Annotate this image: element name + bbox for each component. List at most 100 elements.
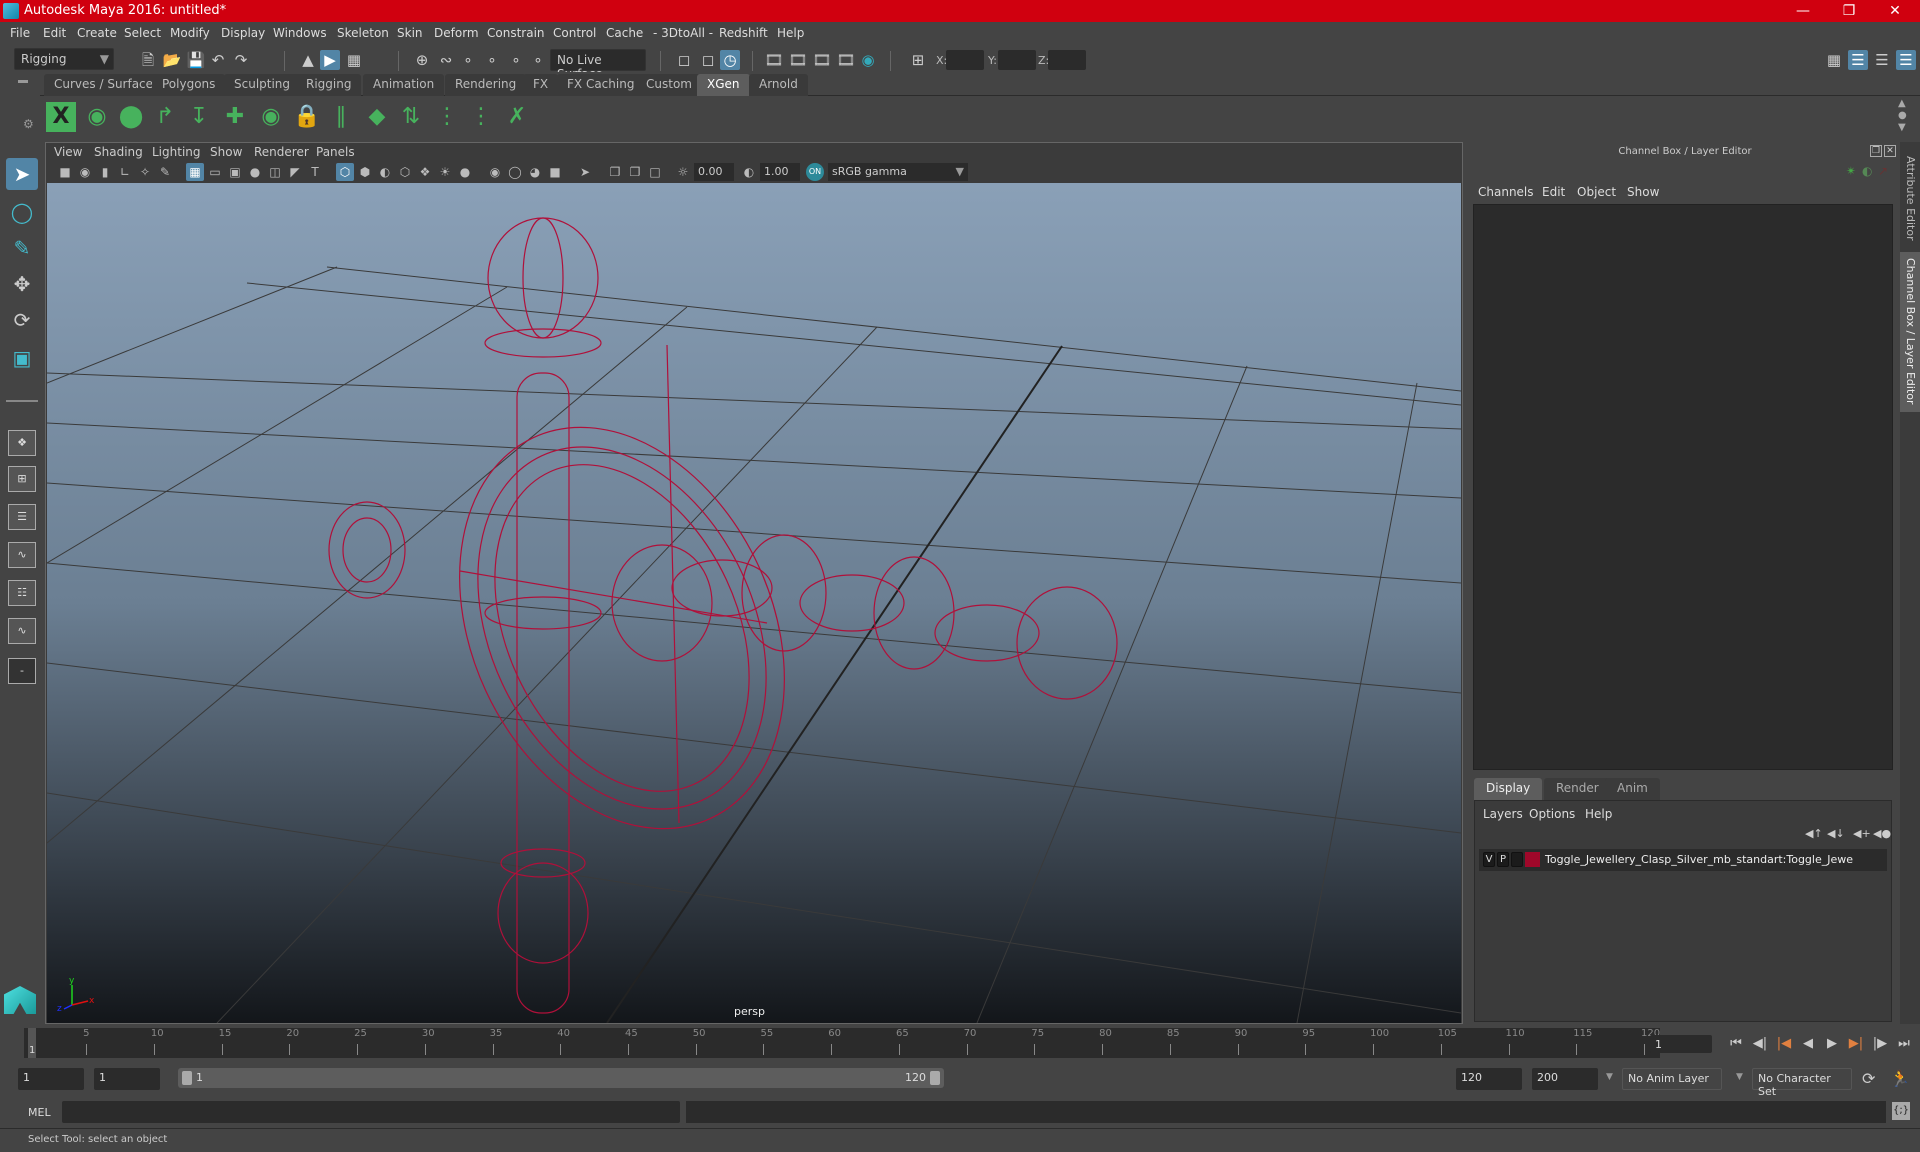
multisample-aa-icon[interactable]: ◕	[526, 163, 544, 181]
smooth-shade-icon[interactable]: ⬢	[356, 163, 374, 181]
range-end-field[interactable]: 200	[1532, 1068, 1598, 1090]
safe-title-icon[interactable]: T	[306, 163, 324, 181]
xgen-preview-icon[interactable]: ◉	[82, 102, 112, 132]
play-backwards-icon[interactable]: ◀	[1798, 1034, 1818, 1054]
shadows-icon[interactable]: ●	[456, 163, 474, 181]
layer-visibility-toggle[interactable]: V	[1483, 852, 1495, 867]
xgen-convert-guide-icon[interactable]: ⋮	[466, 102, 496, 132]
default-material-icon[interactable]: ◐	[376, 163, 394, 181]
shelf-tab-xgen[interactable]: XGen	[697, 74, 750, 96]
bookmark-icon[interactable]: ▮	[96, 163, 114, 181]
shelf-menu-icon[interactable]	[18, 80, 28, 83]
select-object-icon[interactable]: ▶	[320, 50, 340, 70]
snap-grid-icon[interactable]: ⊕	[412, 50, 432, 70]
xray-icon[interactable]: ❐	[606, 163, 624, 181]
menu-edit[interactable]: Edit	[43, 26, 66, 40]
render-settings-icon[interactable]: 🎞	[836, 50, 856, 70]
xgen-delete-guide-icon[interactable]: ✗	[502, 102, 532, 132]
motion-blur-icon[interactable]: ◯	[506, 163, 524, 181]
shelf-tab-arnold[interactable]: Arnold	[749, 74, 808, 96]
step-forward-frame-icon[interactable]: |▶	[1870, 1034, 1890, 1054]
hypershade-icon[interactable]: ◉	[858, 50, 878, 70]
xgen-select-guide-icon[interactable]: ⋮	[432, 102, 462, 132]
menu-redshift[interactable]: Redshift	[719, 26, 768, 40]
move-layer-down-icon[interactable]: ◀↓	[1827, 827, 1845, 840]
shelf-tab-polygons[interactable]: Polygons	[152, 74, 226, 96]
viewport-menu-panels[interactable]: Panels	[316, 145, 355, 159]
input-ops-icon[interactable]: ◻	[674, 50, 694, 70]
select-hierarchy-icon[interactable]: ▲	[298, 50, 318, 70]
y-field[interactable]	[998, 50, 1036, 70]
layer-playback-toggle[interactable]: P	[1497, 852, 1509, 867]
camera-select-icon[interactable]: ■	[56, 163, 74, 181]
play-forwards-icon[interactable]: ▶	[1822, 1034, 1842, 1054]
close-button[interactable]: ✕	[1872, 0, 1918, 22]
time-slider[interactable]: 1 5 10 15 20 25 30 35 40 45 50 55 60 65 70 75 80 85 90 95 1…	[24, 1028, 1660, 1058]
menu-select[interactable]: Select	[124, 26, 161, 40]
exposure-field[interactable]: 0.00	[694, 163, 734, 181]
layer-menu-options[interactable]: Options	[1529, 807, 1575, 821]
chevron-down-icon[interactable]: ▼	[1606, 1072, 1613, 1082]
speed-icon[interactable]: ◐	[1862, 164, 1872, 178]
make-live-icon[interactable]: ∘	[528, 50, 548, 70]
new-scene-icon[interactable]: 🗎	[138, 50, 158, 70]
hypershade-persp-layout-icon[interactable]: ☷	[8, 580, 36, 606]
safe-action-icon[interactable]: ◤	[286, 163, 304, 181]
side-tab-attribute-editor[interactable]: Attribute Editor	[1900, 150, 1920, 250]
animation-preferences-icon[interactable]: 🏃	[1890, 1069, 1910, 1088]
outliner-persp-layout-icon[interactable]: ☰	[8, 504, 36, 530]
channel-box-toggle-icon[interactable]: ☰	[1896, 50, 1916, 70]
depth-of-field-icon[interactable]: ■	[546, 163, 564, 181]
tool-settings-icon[interactable]: ☰	[1872, 50, 1892, 70]
chevron-down-icon[interactable]: ▼	[1736, 1072, 1743, 1082]
xgen-clear-preview-icon[interactable]: ⬤	[116, 102, 146, 132]
layer-menu-layers[interactable]: Layers	[1483, 807, 1523, 821]
menu-modify[interactable]: Modify	[170, 26, 210, 40]
menu-3dtoall[interactable]: - 3DtoAll -	[653, 26, 713, 40]
output-ops-icon[interactable]: ◻	[698, 50, 718, 70]
grease-pencil-icon[interactable]: ✎	[156, 163, 174, 181]
ipr-render-icon[interactable]: 🎞	[812, 50, 832, 70]
playback-end-field[interactable]: 120	[1456, 1068, 1522, 1090]
shelf-tab-fx[interactable]: FX	[523, 74, 559, 96]
new-layer-selected-icon[interactable]: ◀●	[1873, 827, 1891, 840]
grid-icon[interactable]: ▦	[186, 163, 204, 181]
resolution-gate-icon[interactable]: ▣	[226, 163, 244, 181]
2d-pan-zoom-icon[interactable]: ✧	[136, 163, 154, 181]
cb-menu-edit[interactable]: Edit	[1542, 185, 1565, 199]
field-chart-icon[interactable]: ◫	[266, 163, 284, 181]
xgen-insert-cv-icon[interactable]: ✚	[220, 102, 250, 132]
render-view-icon[interactable]: 🎞	[764, 50, 784, 70]
camera-attributes-icon[interactable]: ◉	[76, 163, 94, 181]
color-space-dropdown[interactable]: sRGB gamma ▼	[828, 163, 968, 181]
move-tool-icon[interactable]: ✥	[6, 268, 38, 300]
character-set-dropdown[interactable]: No Character Set	[1752, 1068, 1852, 1098]
layer-tab-display[interactable]: Display	[1474, 778, 1543, 800]
snap-projected-center-icon[interactable]: ∘	[482, 50, 502, 70]
shelf-tab-fx-caching[interactable]: FX Caching	[557, 74, 645, 96]
anim-layer-dropdown[interactable]: No Anim Layer	[1622, 1068, 1722, 1090]
attribute-editor-toggle-icon[interactable]: ☰	[1848, 50, 1868, 70]
live-surface-field[interactable]: No Live Surface	[550, 49, 646, 81]
xgen-lock-icon[interactable]: 🔒	[292, 102, 322, 132]
menu-create[interactable]: Create	[77, 26, 117, 40]
side-tab-channel-box[interactable]: Channel Box / Layer Editor	[1900, 252, 1920, 412]
menu-display[interactable]: Display	[221, 26, 265, 40]
wireframe-icon[interactable]: ⬡	[336, 163, 354, 181]
image-plane-icon[interactable]: ∟	[116, 163, 134, 181]
gate-mask-icon[interactable]: ●	[246, 163, 264, 181]
menu-file[interactable]: File	[10, 26, 30, 40]
shelf-tab-curves-surfaces[interactable]: Curves / Surfaces	[44, 74, 170, 96]
xgen-select-cv-icon[interactable]: ◉	[256, 102, 286, 132]
layer-tab-anim[interactable]: Anim	[1605, 778, 1660, 800]
more-layouts-icon[interactable]: -	[8, 658, 36, 684]
gamma-field[interactable]: 1.00	[760, 163, 800, 181]
channel-list[interactable]	[1473, 204, 1893, 770]
film-gate-icon[interactable]: ▭	[206, 163, 224, 181]
four-pane-layout-icon[interactable]: ⊞	[8, 466, 36, 492]
cb-menu-object[interactable]: Object	[1577, 185, 1616, 199]
xray-components-icon[interactable]: □	[646, 163, 664, 181]
xgen-flip-icon[interactable]: ⇅	[396, 102, 426, 132]
move-layer-up-icon[interactable]: ◀↑	[1805, 827, 1823, 840]
restore-button[interactable]: ❐	[1826, 0, 1872, 22]
